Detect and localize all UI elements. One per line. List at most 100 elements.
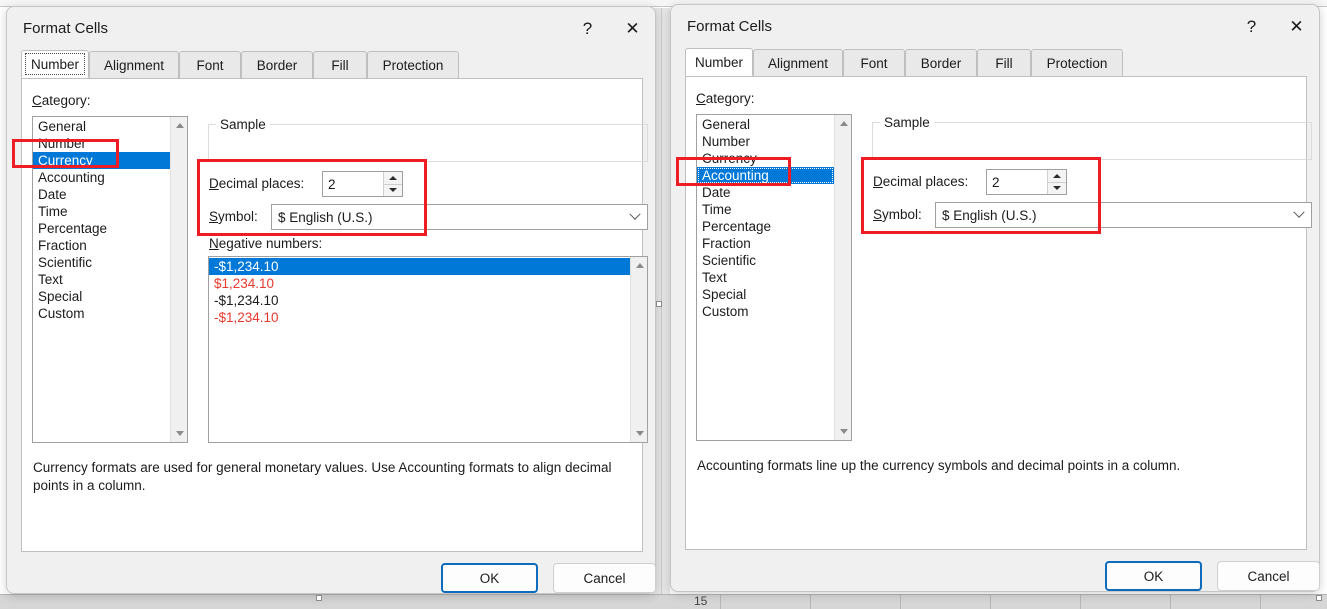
symbol-combobox[interactable]: $ English (U.S.): [935, 202, 1312, 228]
format-cells-dialog-left[interactable]: Format Cells ? ✕ Number Alignment Font B…: [6, 6, 656, 594]
category-list-items[interactable]: General Number Currency Accounting Date …: [33, 117, 170, 442]
negative-numbers-listbox[interactable]: -$1,234.10 $1,234.10 -$1,234.10 -$1,234.…: [208, 256, 648, 443]
category-listbox[interactable]: General Number Currency Accounting Date …: [32, 116, 188, 443]
decimal-places-label: Decimal places:: [873, 174, 969, 189]
dialog-title: Format Cells: [23, 20, 109, 37]
close-icon[interactable]: ✕: [1274, 5, 1319, 49]
ok-button[interactable]: OK: [1105, 561, 1202, 591]
category-item-fraction[interactable]: Fraction: [33, 237, 170, 254]
negative-numbers-list-items[interactable]: -$1,234.10 $1,234.10 -$1,234.10 -$1,234.…: [209, 257, 630, 442]
spin-up-icon[interactable]: [384, 172, 402, 184]
category-item-scientific[interactable]: Scientific: [33, 254, 170, 271]
category-item-percentage[interactable]: Percentage: [33, 220, 170, 237]
category-item-general[interactable]: General: [697, 116, 834, 133]
category-scrollbar[interactable]: [170, 117, 187, 442]
category-item-currency[interactable]: Currency: [697, 150, 834, 167]
symbol-combobox[interactable]: $ English (U.S.): [271, 204, 648, 230]
decimal-places-spin-buttons[interactable]: [383, 172, 402, 196]
scroll-down-icon[interactable]: [171, 425, 187, 442]
help-icon[interactable]: ?: [565, 7, 610, 51]
category-item-date[interactable]: Date: [697, 184, 834, 201]
resize-handle-bottom[interactable]: [316, 595, 322, 601]
scroll-up-icon[interactable]: [835, 115, 851, 132]
category-item-date[interactable]: Date: [33, 186, 170, 203]
category-item-special[interactable]: Special: [697, 286, 834, 303]
chevron-down-icon[interactable]: [623, 205, 647, 229]
title-bar[interactable]: Format Cells ? ✕: [671, 5, 1319, 49]
category-item-number[interactable]: Number: [697, 133, 834, 150]
tab-strip[interactable]: Number Alignment Font Border Fill Protec…: [685, 48, 1305, 76]
scroll-down-icon[interactable]: [835, 423, 851, 440]
category-item-custom[interactable]: Custom: [697, 303, 834, 320]
spin-down-icon[interactable]: [1048, 181, 1066, 195]
negative-number-item-1[interactable]: -$1,234.10: [209, 258, 630, 275]
category-item-currency[interactable]: Currency: [33, 152, 170, 169]
decimal-places-value[interactable]: 2: [323, 172, 383, 196]
negative-number-item-2[interactable]: $1,234.10: [209, 275, 630, 292]
background-gridline: [0, 594, 1327, 595]
sample-label: Sample: [880, 115, 934, 130]
tab-label: Protection: [1046, 55, 1108, 71]
category-item-fraction[interactable]: Fraction: [697, 235, 834, 252]
tab-focus-ring: [25, 53, 85, 75]
title-bar[interactable]: Format Cells ? ✕: [7, 7, 655, 51]
tab-number[interactable]: Number: [21, 50, 89, 78]
tab-fill[interactable]: Fill: [313, 51, 367, 78]
category-item-number[interactable]: Number: [33, 135, 170, 152]
cancel-button[interactable]: Cancel: [553, 563, 656, 593]
category-item-time[interactable]: Time: [33, 203, 170, 220]
category-list-items[interactable]: General Number Currency Accounting Date …: [697, 115, 834, 440]
category-item-text[interactable]: Text: [33, 271, 170, 288]
resize-handle-right[interactable]: [656, 301, 662, 307]
tab-font[interactable]: Font: [843, 49, 905, 76]
symbol-value[interactable]: $ English (U.S.): [272, 205, 623, 229]
negative-numbers-scrollbar[interactable]: [630, 257, 647, 442]
tab-protection[interactable]: Protection: [1031, 49, 1123, 76]
format-cells-dialog-right[interactable]: Format Cells ? ✕ Number Alignment Font B…: [670, 4, 1320, 592]
resize-handle-bottom-right[interactable]: [1316, 595, 1322, 601]
decimal-places-value[interactable]: 2: [987, 170, 1047, 194]
help-icon[interactable]: ?: [1229, 5, 1274, 49]
category-item-text[interactable]: Text: [697, 269, 834, 286]
close-icon[interactable]: ✕: [610, 7, 655, 51]
spin-down-icon[interactable]: [384, 183, 402, 197]
sample-groupbox: [208, 124, 648, 162]
category-item-scientific[interactable]: Scientific: [697, 252, 834, 269]
category-item-percentage[interactable]: Percentage: [697, 218, 834, 235]
negative-number-item-4[interactable]: -$1,234.10: [209, 309, 630, 326]
tab-border[interactable]: Border: [905, 49, 977, 76]
category-scrollbar[interactable]: [834, 115, 851, 440]
category-item-special[interactable]: Special: [33, 288, 170, 305]
symbol-value[interactable]: $ English (U.S.): [936, 203, 1287, 227]
ok-button[interactable]: OK: [441, 563, 538, 593]
decimal-places-stepper[interactable]: 2: [322, 171, 403, 197]
category-item-custom[interactable]: Custom: [33, 305, 170, 322]
category-listbox[interactable]: General Number Currency Accounting Date …: [696, 114, 852, 441]
dialog-title: Format Cells: [687, 18, 773, 35]
scroll-up-icon[interactable]: [631, 257, 647, 274]
tab-protection[interactable]: Protection: [367, 51, 459, 78]
background-gridline: [1260, 595, 1261, 609]
category-item-general[interactable]: General: [33, 118, 170, 135]
tab-fill[interactable]: Fill: [977, 49, 1031, 76]
category-item-time[interactable]: Time: [697, 201, 834, 218]
tab-alignment[interactable]: Alignment: [753, 49, 843, 76]
tab-border[interactable]: Border: [241, 51, 313, 78]
tab-font[interactable]: Font: [179, 51, 241, 78]
row-header-15: 15: [694, 594, 708, 608]
category-item-accounting[interactable]: Accounting: [697, 167, 834, 184]
spin-up-icon[interactable]: [1048, 170, 1066, 182]
decimal-places-stepper[interactable]: 2: [986, 169, 1067, 195]
tab-strip[interactable]: Number Alignment Font Border Fill Protec…: [21, 50, 641, 78]
cancel-button[interactable]: Cancel: [1217, 561, 1320, 591]
scroll-up-icon[interactable]: [171, 117, 187, 134]
tab-alignment[interactable]: Alignment: [89, 51, 179, 78]
tab-number[interactable]: Number: [685, 48, 753, 76]
negative-number-item-3[interactable]: -$1,234.10: [209, 292, 630, 309]
decimal-places-spin-buttons[interactable]: [1047, 170, 1066, 194]
category-item-accounting[interactable]: Accounting: [33, 169, 170, 186]
background-gridline: [1170, 595, 1171, 609]
scroll-down-icon[interactable]: [631, 425, 647, 442]
background-gridline: [810, 595, 811, 609]
chevron-down-icon[interactable]: [1287, 203, 1311, 227]
